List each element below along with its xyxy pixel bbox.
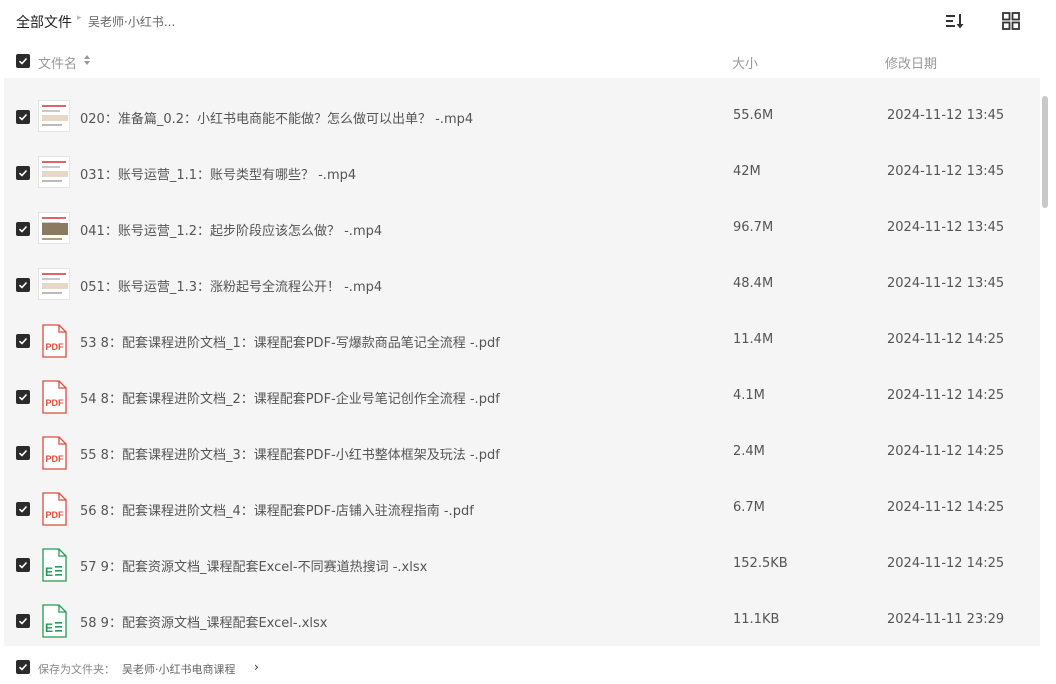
video-thumbnail — [38, 100, 70, 134]
file-row[interactable]: PDF 54 8：配套课程进阶文档_2：课程配套PDF-企业号笔记创作全流程 -.… — [4, 369, 1040, 425]
save-as-folder-bar: 保存为文件夹： 吴老师·小红书电商课程 › — [0, 654, 1056, 684]
file-size: 4.1M — [733, 388, 765, 403]
column-date-header[interactable]: 修改日期 — [885, 53, 937, 72]
video-thumbnail — [38, 212, 70, 246]
file-name[interactable]: 55 8：配套课程进阶文档_3：课程配套PDF-小红书整体框架及玩法 -.pdf — [80, 444, 500, 463]
sort-list-icon[interactable] — [944, 10, 966, 32]
row-checkbox[interactable] — [16, 502, 30, 516]
row-checkbox[interactable] — [16, 110, 30, 124]
svg-text:PDF: PDF — [46, 510, 65, 520]
file-size: 96.7M — [733, 220, 774, 235]
file-size: 152.5KB — [733, 556, 788, 571]
file-size: 11.4M — [733, 332, 774, 347]
save-as-folder-label: 保存为文件夹： — [38, 663, 115, 676]
row-checkbox[interactable] — [16, 614, 30, 628]
file-size: 6.7M — [733, 500, 765, 515]
file-modified-date: 2024-11-12 14:25 — [887, 500, 1005, 515]
column-header: 文件名 大小 修改日期 — [0, 44, 1040, 78]
file-row[interactable]: 031：账号运营_1.1：账号类型有哪些？ -.mp4 42M 2024-11-12… — [4, 145, 1040, 201]
file-list: 020：准备篇_0.2：小红书电商能不能做？怎么做可以出单？ -.mp4 55.6… — [4, 78, 1040, 646]
file-row[interactable]: PDF 56 8：配套课程进阶文档_4：课程配套PDF-店铺入驻流程指南 -.pd… — [4, 481, 1040, 537]
svg-text:E: E — [45, 621, 53, 635]
file-name[interactable]: 53 8：配套课程进阶文档_1：课程配套PDF-写爆款商品笔记全流程 -.pdf — [80, 332, 500, 351]
file-row[interactable]: PDF 55 8：配套课程进阶文档_3：课程配套PDF-小红书整体框架及玩法 -.… — [4, 425, 1040, 481]
video-thumbnail — [38, 268, 70, 302]
file-name[interactable]: 041：账号运营_1.2：起步阶段应该怎么做？ -.mp4 — [80, 220, 382, 239]
pdf-file-icon: PDF — [38, 492, 70, 526]
file-row[interactable]: 020：准备篇_0.2：小红书电商能不能做？怎么做可以出单？ -.mp4 55.6… — [4, 89, 1040, 145]
file-row[interactable]: PDF 53 8：配套课程进阶文档_1：课程配套PDF-写爆款商品笔记全流程 -.… — [4, 313, 1040, 369]
file-modified-date: 2024-11-11 23:29 — [887, 612, 1005, 627]
file-row[interactable]: 051：账号运营_1.3：涨粉起号全流程公开！ -.mp4 48.4M 2024-1… — [4, 257, 1040, 313]
breadcrumb-separator-icon: ▸ — [77, 13, 82, 23]
file-name[interactable]: 051：账号运营_1.3：涨粉起号全流程公开！ -.mp4 — [80, 276, 382, 295]
file-row[interactable]: E 58 9：配套资源文档_课程配套Excel-.xlsx 11.1KB 2024-1… — [4, 593, 1040, 646]
file-modified-date: 2024-11-12 14:25 — [887, 444, 1005, 459]
file-name[interactable]: 031：账号运营_1.1：账号类型有哪些？ -.mp4 — [80, 164, 356, 183]
breadcrumb-root[interactable]: 全部文件 — [16, 12, 72, 32]
top-bar: 全部文件 ▸ 吴老师·小红书... — [0, 0, 1056, 42]
column-name-header[interactable]: 文件名 — [38, 53, 77, 72]
file-name[interactable]: 020：准备篇_0.2：小红书电商能不能做？怎么做可以出单？ -.mp4 — [80, 108, 473, 127]
video-thumbnail — [38, 156, 70, 190]
svg-text:PDF: PDF — [46, 342, 65, 352]
save-folder-path[interactable]: 吴老师·小红书电商课程 — [122, 661, 236, 677]
chevron-right-icon[interactable]: › — [254, 660, 259, 674]
file-modified-date: 2024-11-12 13:45 — [887, 164, 1005, 179]
excel-file-icon: E — [38, 604, 70, 638]
row-checkbox[interactable] — [16, 278, 30, 292]
svg-text:E: E — [45, 565, 53, 579]
row-checkbox[interactable] — [16, 558, 30, 572]
file-modified-date: 2024-11-12 13:45 — [887, 276, 1005, 291]
grid-view-icon[interactable] — [1000, 10, 1022, 32]
row-checkbox[interactable] — [16, 390, 30, 404]
file-modified-date: 2024-11-12 14:25 — [887, 332, 1005, 347]
pdf-file-icon: PDF — [38, 436, 70, 470]
file-row[interactable]: 041：账号运营_1.2：起步阶段应该怎么做？ -.mp4 96.7M 2024-1… — [4, 201, 1040, 257]
row-checkbox[interactable] — [16, 446, 30, 460]
file-name[interactable]: 56 8：配套课程进阶文档_4：课程配套PDF-店铺入驻流程指南 -.pdf — [80, 500, 474, 519]
file-modified-date: 2024-11-12 14:25 — [887, 556, 1005, 571]
file-size: 55.6M — [733, 108, 774, 123]
save-as-folder-checkbox[interactable] — [16, 660, 30, 674]
pdf-file-icon: PDF — [38, 324, 70, 358]
row-checkbox[interactable] — [16, 166, 30, 180]
file-size: 42M — [733, 164, 761, 179]
file-modified-date: 2024-11-12 13:45 — [887, 220, 1005, 235]
file-size: 11.1KB — [733, 612, 780, 627]
scrollbar[interactable] — [1042, 96, 1048, 208]
breadcrumb-current: 吴老师·小红书... — [88, 15, 176, 29]
file-modified-date: 2024-11-12 13:45 — [887, 108, 1005, 123]
file-size: 2.4M — [733, 444, 765, 459]
svg-text:PDF: PDF — [46, 398, 65, 408]
excel-file-icon: E — [38, 548, 70, 582]
row-checkbox[interactable] — [16, 222, 30, 236]
file-name[interactable]: 58 9：配套资源文档_课程配套Excel-.xlsx — [80, 612, 327, 631]
file-row[interactable]: E 57 9：配套资源文档_课程配套Excel-不同赛道热搜词 -.xlsx 152… — [4, 537, 1040, 593]
svg-text:PDF: PDF — [46, 454, 65, 464]
file-size: 48.4M — [733, 276, 774, 291]
file-name[interactable]: 57 9：配套资源文档_课程配套Excel-不同赛道热搜词 -.xlsx — [80, 556, 427, 575]
row-checkbox[interactable] — [16, 334, 30, 348]
file-name[interactable]: 54 8：配套课程进阶文档_2：课程配套PDF-企业号笔记创作全流程 -.pdf — [80, 388, 500, 407]
file-modified-date: 2024-11-12 14:25 — [887, 388, 1005, 403]
select-all-checkbox[interactable] — [16, 54, 30, 68]
sort-toggle-icon[interactable] — [83, 54, 91, 66]
column-size-header[interactable]: 大小 — [732, 53, 758, 72]
pdf-file-icon: PDF — [38, 380, 70, 414]
